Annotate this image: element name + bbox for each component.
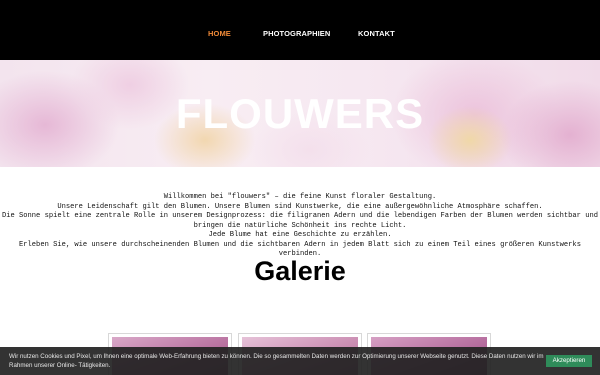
top-navigation: HOME PHOTOGRAPHIEN KONTAKT (0, 0, 600, 60)
intro-line: Unsere Leidenschaft gilt den Blumen. Uns… (57, 202, 543, 211)
intro-line: Die Sonne spielt eine zentrale Rolle in … (2, 212, 598, 220)
nav-item-home[interactable]: HOME (208, 29, 231, 38)
accept-cookies-button[interactable]: Akzeptieren (546, 355, 592, 367)
intro-text: Willkommen bei "flouwers" – die feine Ku… (0, 193, 600, 260)
cookie-notice-text: Wir nutzen Cookies und Pixel, um Ihnen e… (9, 353, 544, 369)
nav-item-photographien[interactable]: PHOTOGRAPHIEN (263, 29, 330, 38)
nav-item-kontakt[interactable]: KONTAKT (358, 29, 395, 38)
cookie-banner: Wir nutzen Cookies und Pixel, um Ihnen e… (0, 347, 600, 375)
intro-line: Jede Blume hat eine Geschichte zu erzähl… (208, 231, 392, 239)
intro-line: Willkommen bei "flouwers" – die feine Ku… (163, 193, 437, 201)
intro-line: bringen die natürliche Schönheit ins rec… (193, 221, 407, 230)
gallery-heading: Galerie (254, 256, 346, 286)
site-title: FLOUWERS (175, 90, 425, 137)
hero-banner: FLOUWERS (0, 60, 600, 167)
